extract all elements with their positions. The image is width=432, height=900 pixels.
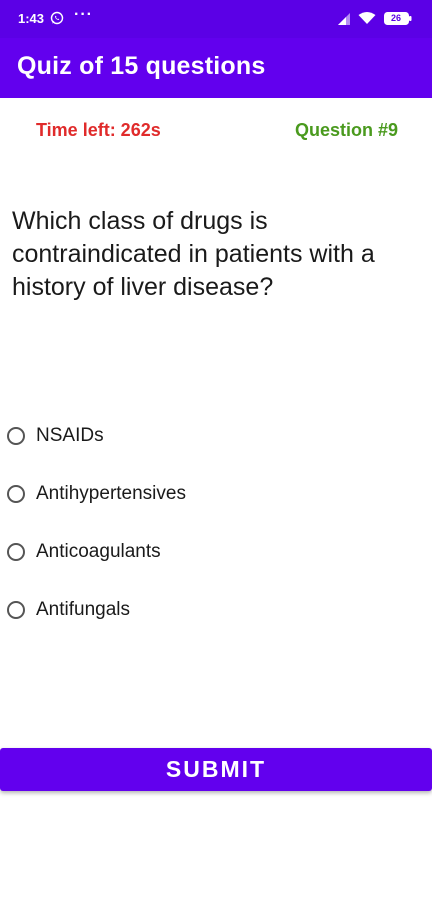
question-text: Which class of drugs is contraindicated … xyxy=(12,207,375,301)
time-left-label: Time left: 262s xyxy=(36,120,161,140)
radio-button-icon[interactable] xyxy=(7,543,25,561)
app-bar: Quiz of 15 questions xyxy=(0,38,432,98)
battery-level: 26 xyxy=(390,13,401,23)
status-time: 1:43 xyxy=(18,11,45,26)
option-anticoagulants[interactable]: Anticoagulants xyxy=(7,538,407,596)
app-title: Quiz of 15 questions xyxy=(17,52,266,80)
option-label: Antihypertensives xyxy=(36,483,186,504)
wifi-icon xyxy=(358,12,376,24)
radio-button-icon[interactable] xyxy=(7,485,25,503)
option-nsaids[interactable]: NSAIDs xyxy=(7,422,407,480)
option-antifungals[interactable]: Antifungals xyxy=(7,596,407,654)
submit-button[interactable]: SUBMIT xyxy=(0,748,432,791)
whatsapp-icon xyxy=(50,11,64,25)
signal-icon xyxy=(338,13,350,25)
more-notifications-icon: ··· xyxy=(74,6,93,23)
radio-button-icon[interactable] xyxy=(7,601,25,619)
question-number-label: Question #9 xyxy=(294,120,398,140)
option-label: NSAIDs xyxy=(36,425,104,446)
option-antihypertensives[interactable]: Antihypertensives xyxy=(7,480,407,538)
option-label: Antifungals xyxy=(36,599,131,620)
status-bar: 1:43 ··· 26 xyxy=(0,0,432,38)
answer-options: NSAIDs Antihypertensives Anticoagulants … xyxy=(7,422,407,654)
option-label: Anticoagulants xyxy=(36,541,161,562)
radio-button-icon[interactable] xyxy=(7,427,25,445)
